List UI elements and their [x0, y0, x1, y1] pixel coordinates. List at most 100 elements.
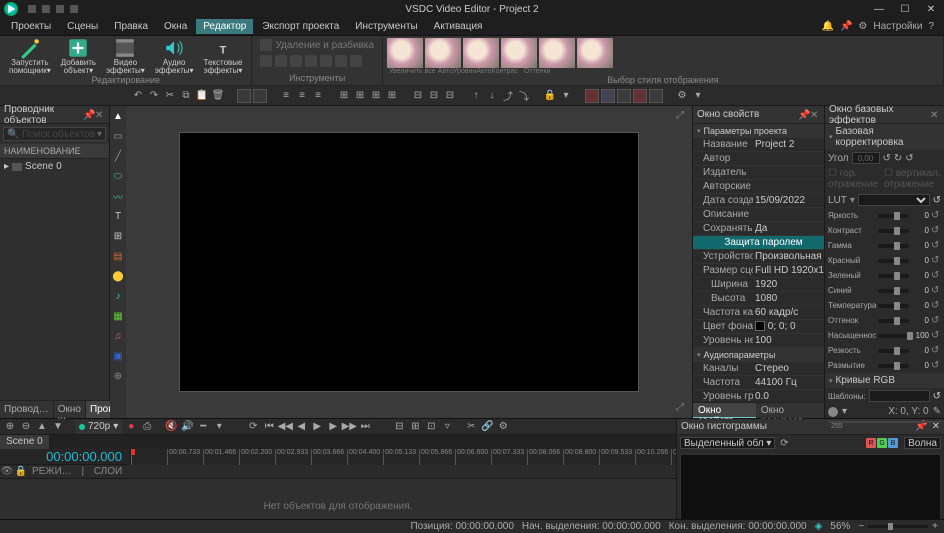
panel-close-icon[interactable]: ✕: [95, 110, 105, 120]
slider-reset-icon[interactable]: ↺: [931, 255, 941, 266]
menu-activation[interactable]: Активация: [427, 19, 490, 34]
slider-track[interactable]: [878, 244, 909, 248]
slider-reset-icon[interactable]: ↺: [931, 270, 941, 281]
fx-lut-reset-icon[interactable]: ↺: [933, 195, 941, 206]
prop-fps[interactable]: Частота кадров60 кадр/с: [693, 306, 824, 320]
speed-icon[interactable]: [350, 55, 362, 67]
prop-scene-size[interactable]: Размер сценыFull HD 1920x1080 пик: [693, 264, 824, 278]
fx-rotate-cw-icon[interactable]: ↻: [894, 153, 902, 164]
slider-track[interactable]: [878, 259, 909, 263]
prop-samplerate[interactable]: Частота44100 Гц: [693, 376, 824, 390]
menu-edit[interactable]: Правка: [107, 19, 155, 34]
tl-play-icon[interactable]: ▶: [310, 420, 324, 434]
template-zoom[interactable]: [387, 38, 423, 68]
fx-curve-reset-icon[interactable]: ↺: [933, 391, 941, 402]
tl-goto-end-icon[interactable]: ⏭: [358, 420, 372, 434]
qt-move-up-icon[interactable]: ↑: [469, 89, 483, 103]
tl-step-fwd-icon[interactable]: ▶: [326, 420, 340, 434]
menu-tools[interactable]: Инструменты: [348, 19, 424, 34]
menu-scenes[interactable]: Сцены: [60, 19, 105, 34]
menu-windows[interactable]: Окна: [157, 19, 194, 34]
timeline-ruler[interactable]: 00:00.73300:01.46600:02.20000:02.93300:0…: [130, 449, 676, 465]
bell-icon[interactable]: 🔔: [822, 21, 834, 32]
color-swatch[interactable]: [755, 321, 765, 331]
template-tint4[interactable]: [577, 38, 613, 68]
slider-track[interactable]: [878, 319, 909, 323]
qt-same-height-icon[interactable]: ⊟: [427, 89, 441, 103]
prop-device[interactable]: Устройство:Произвольная конфи: [693, 250, 824, 264]
tool-animation-icon[interactable]: ♪: [112, 290, 124, 302]
tl-marker-icon[interactable]: ▿: [440, 420, 454, 434]
tool-tooltip-icon[interactable]: ⊞: [112, 230, 124, 242]
tab-properties[interactable]: Окно свойств: [693, 403, 756, 418]
qa-undo-icon[interactable]: [42, 5, 50, 13]
qt-align-left-icon[interactable]: ≡: [279, 89, 293, 103]
tab-explorer1[interactable]: Провод…: [0, 401, 54, 418]
props-close-icon[interactable]: ✕: [810, 110, 820, 120]
tl-next-frame-icon[interactable]: ▶▶: [342, 420, 356, 434]
qt-grid3-icon[interactable]: [617, 89, 631, 103]
tl-remove-icon[interactable]: ⊖: [19, 420, 33, 434]
tool-cursor-icon[interactable]: ▲: [112, 110, 124, 122]
qt-same-size-icon[interactable]: ⊟: [443, 89, 457, 103]
slider-track[interactable]: [878, 214, 909, 218]
prop-width[interactable]: Ширина1920: [693, 278, 824, 292]
menu-projects[interactable]: Проекты: [4, 19, 58, 34]
prop-group-audio[interactable]: Аудиопараметры: [693, 348, 824, 362]
tl-goto-start-icon[interactable]: ⏮: [262, 420, 276, 434]
hist-r-chip[interactable]: R: [866, 438, 876, 448]
fx-angle-input[interactable]: [852, 152, 880, 164]
qa-save-icon[interactable]: [28, 5, 36, 13]
qt-distribute-v-icon[interactable]: ⊞: [353, 89, 367, 103]
tool-audio-icon[interactable]: ♫: [112, 330, 124, 342]
fx-curve-editor[interactable]: 255: [828, 421, 941, 423]
panel-pin-icon[interactable]: 📌: [83, 110, 93, 120]
hist-g-chip[interactable]: G: [877, 438, 887, 448]
slider-track[interactable]: [878, 289, 909, 293]
qt-grid2-icon[interactable]: [601, 89, 615, 103]
tl-vol-dd[interactable]: ▾: [212, 420, 226, 434]
slider-track[interactable]: [878, 274, 909, 278]
crop-icon[interactable]: [290, 55, 302, 67]
tool-image-icon[interactable]: ▦: [112, 310, 124, 322]
qt-delete-icon[interactable]: 🗑: [211, 89, 225, 103]
qt-align1-icon[interactable]: [237, 89, 251, 103]
qt-to-back-icon[interactable]: ⤵: [517, 89, 531, 103]
ribbon-wizard[interactable]: Запустить помощник▾: [4, 38, 56, 75]
preview-expand2-icon[interactable]: ⤢: [676, 402, 688, 414]
tl-split-icon[interactable]: ✂: [464, 420, 478, 434]
tl-snapshot-icon[interactable]: ⎙: [140, 420, 154, 434]
qa-more-icon[interactable]: [70, 5, 78, 13]
playhead[interactable]: [131, 449, 132, 465]
prop-opacity[interactable]: Уровень непрозр100: [693, 334, 824, 348]
qt-move-down-icon[interactable]: ↓: [485, 89, 499, 103]
tl-zoomout-icon[interactable]: ⊟: [392, 420, 406, 434]
tl-options-icon[interactable]: ⚙: [496, 420, 510, 434]
slider-track[interactable]: [878, 334, 909, 338]
prop-created[interactable]: Дата создания15/09/2022: [693, 194, 824, 208]
menu-export[interactable]: Экспорт проекта: [255, 19, 346, 34]
scene-item[interactable]: ▸ Scene 0: [0, 159, 109, 174]
qt-lock-icon[interactable]: 🔒: [543, 89, 557, 103]
prop-group-project[interactable]: Параметры проекта: [693, 124, 824, 138]
qa-redo-icon[interactable]: [56, 5, 64, 13]
qt-unlock-icon[interactable]: ▾: [559, 89, 573, 103]
template-tint2[interactable]: [501, 38, 537, 68]
qt-paste-icon[interactable]: 📋: [195, 89, 209, 103]
object-search-input[interactable]: 🔍 Поиск объектов ▾: [3, 127, 106, 141]
cut-icon[interactable]: [260, 55, 272, 67]
prop-height[interactable]: Высота1080: [693, 292, 824, 306]
fx-angle-reset-icon[interactable]: ↺: [905, 153, 913, 164]
close-button[interactable]: ✕: [918, 0, 944, 18]
tl-down-icon[interactable]: ▼: [51, 420, 65, 434]
qt-grid5-icon[interactable]: [649, 89, 663, 103]
tool-ellipse-icon[interactable]: ⬭: [112, 170, 124, 182]
settings-label[interactable]: Настройки: [873, 21, 922, 32]
zoom-out-icon[interactable]: −: [858, 521, 864, 532]
qt-center-h-icon[interactable]: ⊞: [369, 89, 383, 103]
slider-reset-icon[interactable]: ↺: [931, 360, 941, 371]
rotate-left-icon[interactable]: [305, 55, 317, 67]
fx-lut-select[interactable]: [858, 194, 930, 206]
ribbon-video-fx[interactable]: Видео эффекты▾: [101, 38, 150, 75]
trim-icon[interactable]: [275, 55, 287, 67]
